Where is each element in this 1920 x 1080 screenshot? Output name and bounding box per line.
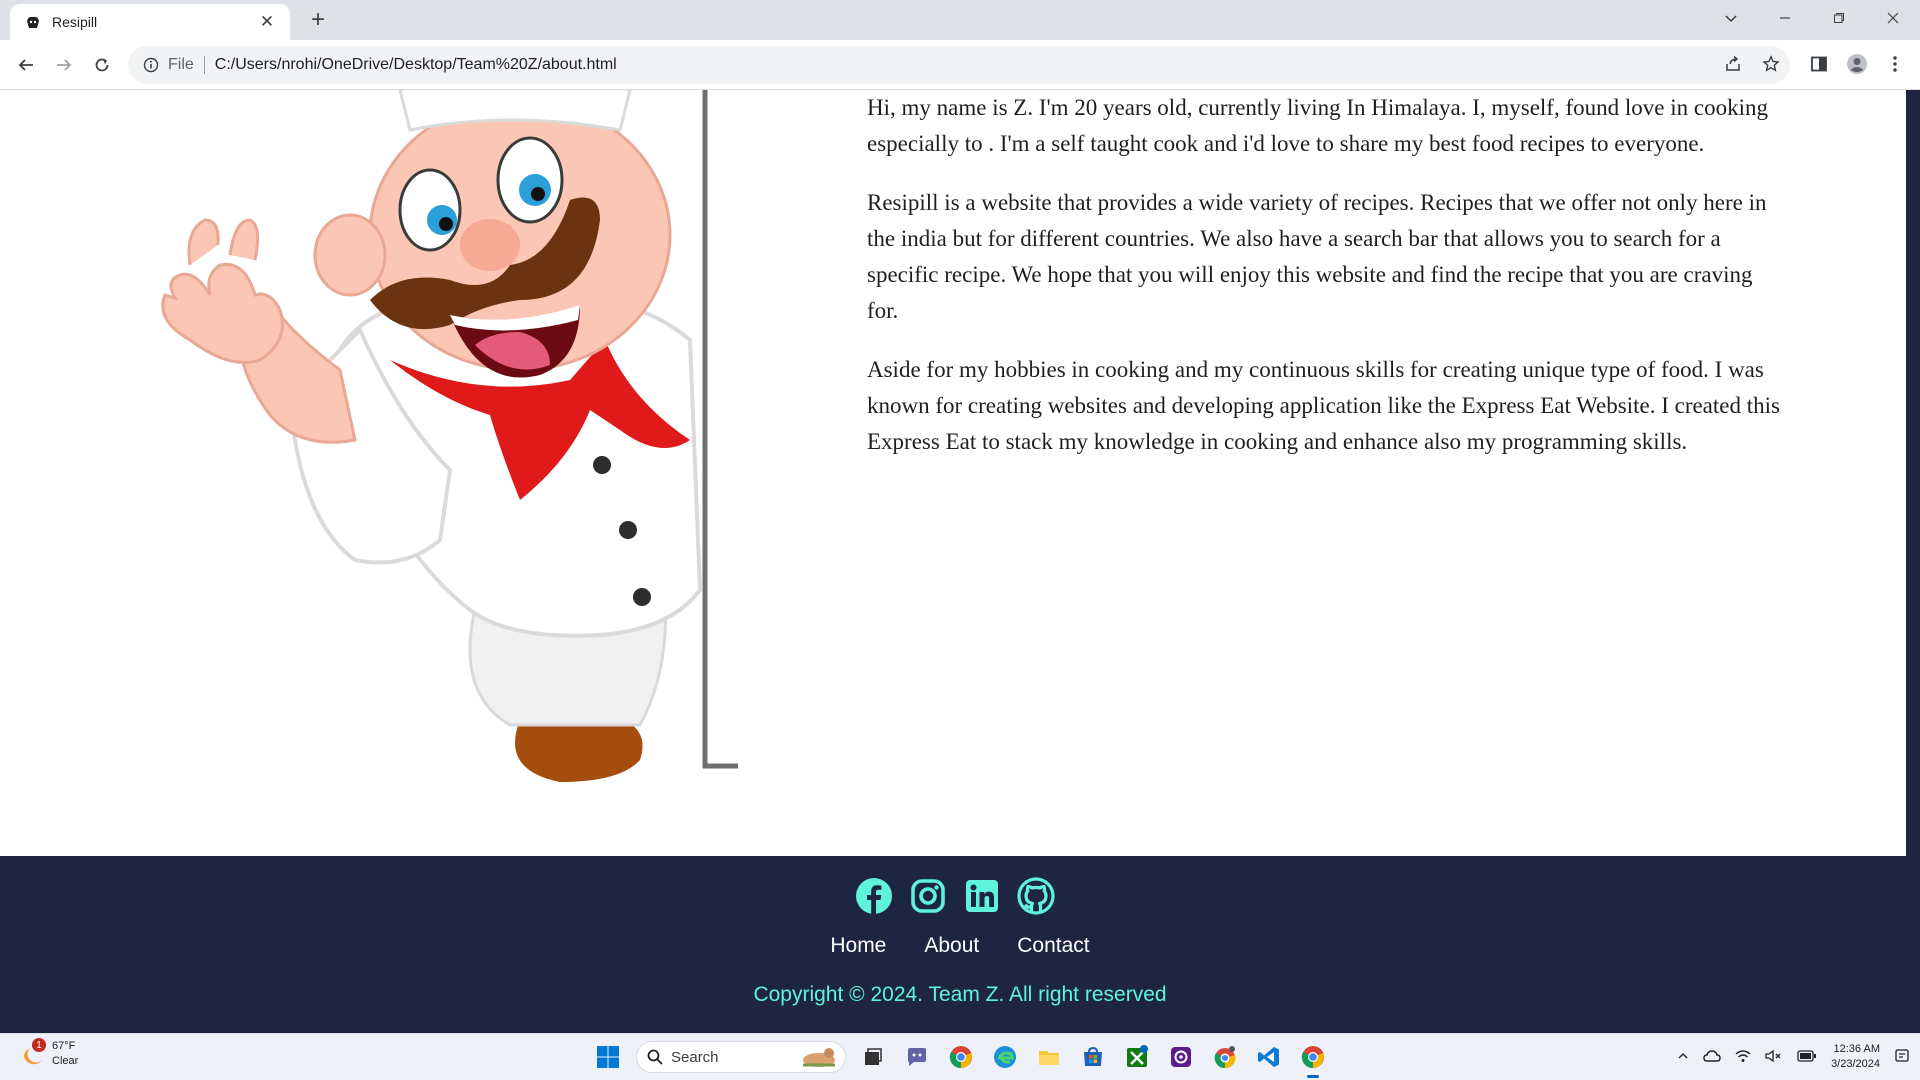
browser-tab-bar: Resipill ✕ + [0,0,1920,40]
xbox-icon[interactable] [1120,1040,1154,1074]
store-icon[interactable] [1076,1040,1110,1074]
battery-icon[interactable] [1797,1049,1817,1065]
teams-chat-icon[interactable] [900,1040,934,1074]
reload-icon[interactable] [86,49,118,81]
notifications-icon[interactable] [1894,1048,1910,1067]
forward-arrow-icon[interactable] [48,49,80,81]
file-scheme-label: File [168,56,194,73]
profile-avatar-icon[interactable] [1842,49,1872,79]
windows-start-icon[interactable] [590,1039,626,1075]
weather-temperature: 67°F [52,1040,76,1052]
footer-link-contact[interactable]: Contact [1017,934,1089,958]
site-footer: Home About Contact Copyright © 2024. Tea… [0,856,1920,1033]
back-arrow-icon[interactable] [10,49,42,81]
omnibox-divider [203,56,205,74]
tab-search-chevron-icon[interactable] [1704,0,1758,36]
chrome-active-icon[interactable] [1296,1040,1330,1078]
footer-link-home[interactable]: Home [830,934,886,958]
search-icon [647,1049,663,1065]
bookmark-star-icon[interactable] [1756,49,1786,79]
tab-title: Resipill [52,14,98,30]
url-text[interactable]: C:/Users/nrohi/OneDrive/Desktop/Team%20Z… [215,56,617,74]
copyright-text: Copyright © 2024. Team Z. All right rese… [753,983,1167,1006]
share-icon[interactable] [1718,49,1748,79]
footer-nav: Home About Contact [0,934,1920,958]
edge-icon[interactable] [988,1040,1022,1074]
about-paragraph: Hi, my name is Z. I'm 20 years old, curr… [867,95,1768,156]
chrome-profile-icon[interactable] [1208,1040,1242,1074]
media-app-icon[interactable] [1164,1040,1198,1074]
site-info-icon[interactable] [142,56,160,74]
search-highlight-image-icon [803,1048,835,1067]
about-paragraph: Aside for my hobbies in cooking and my c… [867,357,1780,454]
browser-tab[interactable]: Resipill ✕ [10,4,290,40]
footer-link-about[interactable]: About [924,934,979,958]
weather-notification-badge: 1 [32,1038,46,1052]
file-explorer-icon[interactable] [1032,1040,1066,1074]
task-view-icon[interactable] [856,1040,890,1074]
close-window-icon[interactable] [1866,0,1920,36]
show-hidden-icons-chevron-icon[interactable] [1677,1049,1689,1065]
scrollbar[interactable] [1906,90,1920,856]
system-clock[interactable]: 12:36 AM 3/23/2024 [1831,1042,1880,1072]
moon-weather-icon: 1 [18,1038,46,1068]
chrome-icon[interactable] [944,1040,978,1074]
about-text: Hi, my name is Z. I'm 20 years old, curr… [867,90,1787,483]
browser-toolbar: File C:/Users/nrohi/OneDrive/Desktop/Tea… [0,40,1920,90]
taskbar-search-box[interactable]: Search [636,1041,846,1073]
menu-kebab-icon[interactable] [1880,49,1910,79]
taskbar-apps: Search [590,1034,1330,1080]
chef-favicon-icon [24,13,42,31]
wifi-icon[interactable] [1735,1049,1751,1066]
vscode-icon[interactable] [1252,1040,1286,1074]
side-panel-icon[interactable] [1804,49,1834,79]
screen: Resipill ✕ + File C:/Users/nrohi/OneDriv… [0,0,1920,1080]
windows-taskbar: 1 67°F Clear Search 12:36 AM 3/23/2024 [0,1033,1920,1080]
github-icon[interactable] [1017,877,1055,915]
chef-illustration [161,90,738,782]
clock-date: 3/23/2024 [1831,1058,1880,1070]
weather-condition: Clear [52,1055,79,1067]
tab-close-icon[interactable]: ✕ [256,12,278,32]
weather-widget[interactable]: 1 67°F Clear [18,1038,79,1069]
cloud-sync-icon[interactable] [1703,1049,1721,1066]
address-bar[interactable]: File C:/Users/nrohi/OneDrive/Desktop/Tea… [128,46,1790,84]
taskbar-search-label: Search [671,1048,719,1066]
facebook-icon[interactable] [855,877,893,915]
social-links [855,877,1055,915]
system-tray: 12:36 AM 3/23/2024 [1677,1034,1910,1080]
page-viewport: Hi, my name is Z. I'm 20 years old, curr… [0,90,1920,1033]
minimize-icon[interactable] [1758,0,1812,36]
linkedin-icon[interactable] [963,877,1001,915]
clock-time: 12:36 AM [1833,1043,1880,1055]
volume-muted-icon[interactable] [1765,1049,1783,1066]
restore-icon[interactable] [1812,0,1866,36]
about-paragraph: Resipill is a website that provides a wi… [867,190,1767,323]
new-tab-plus-icon[interactable]: + [304,6,332,34]
instagram-icon[interactable] [909,877,947,915]
